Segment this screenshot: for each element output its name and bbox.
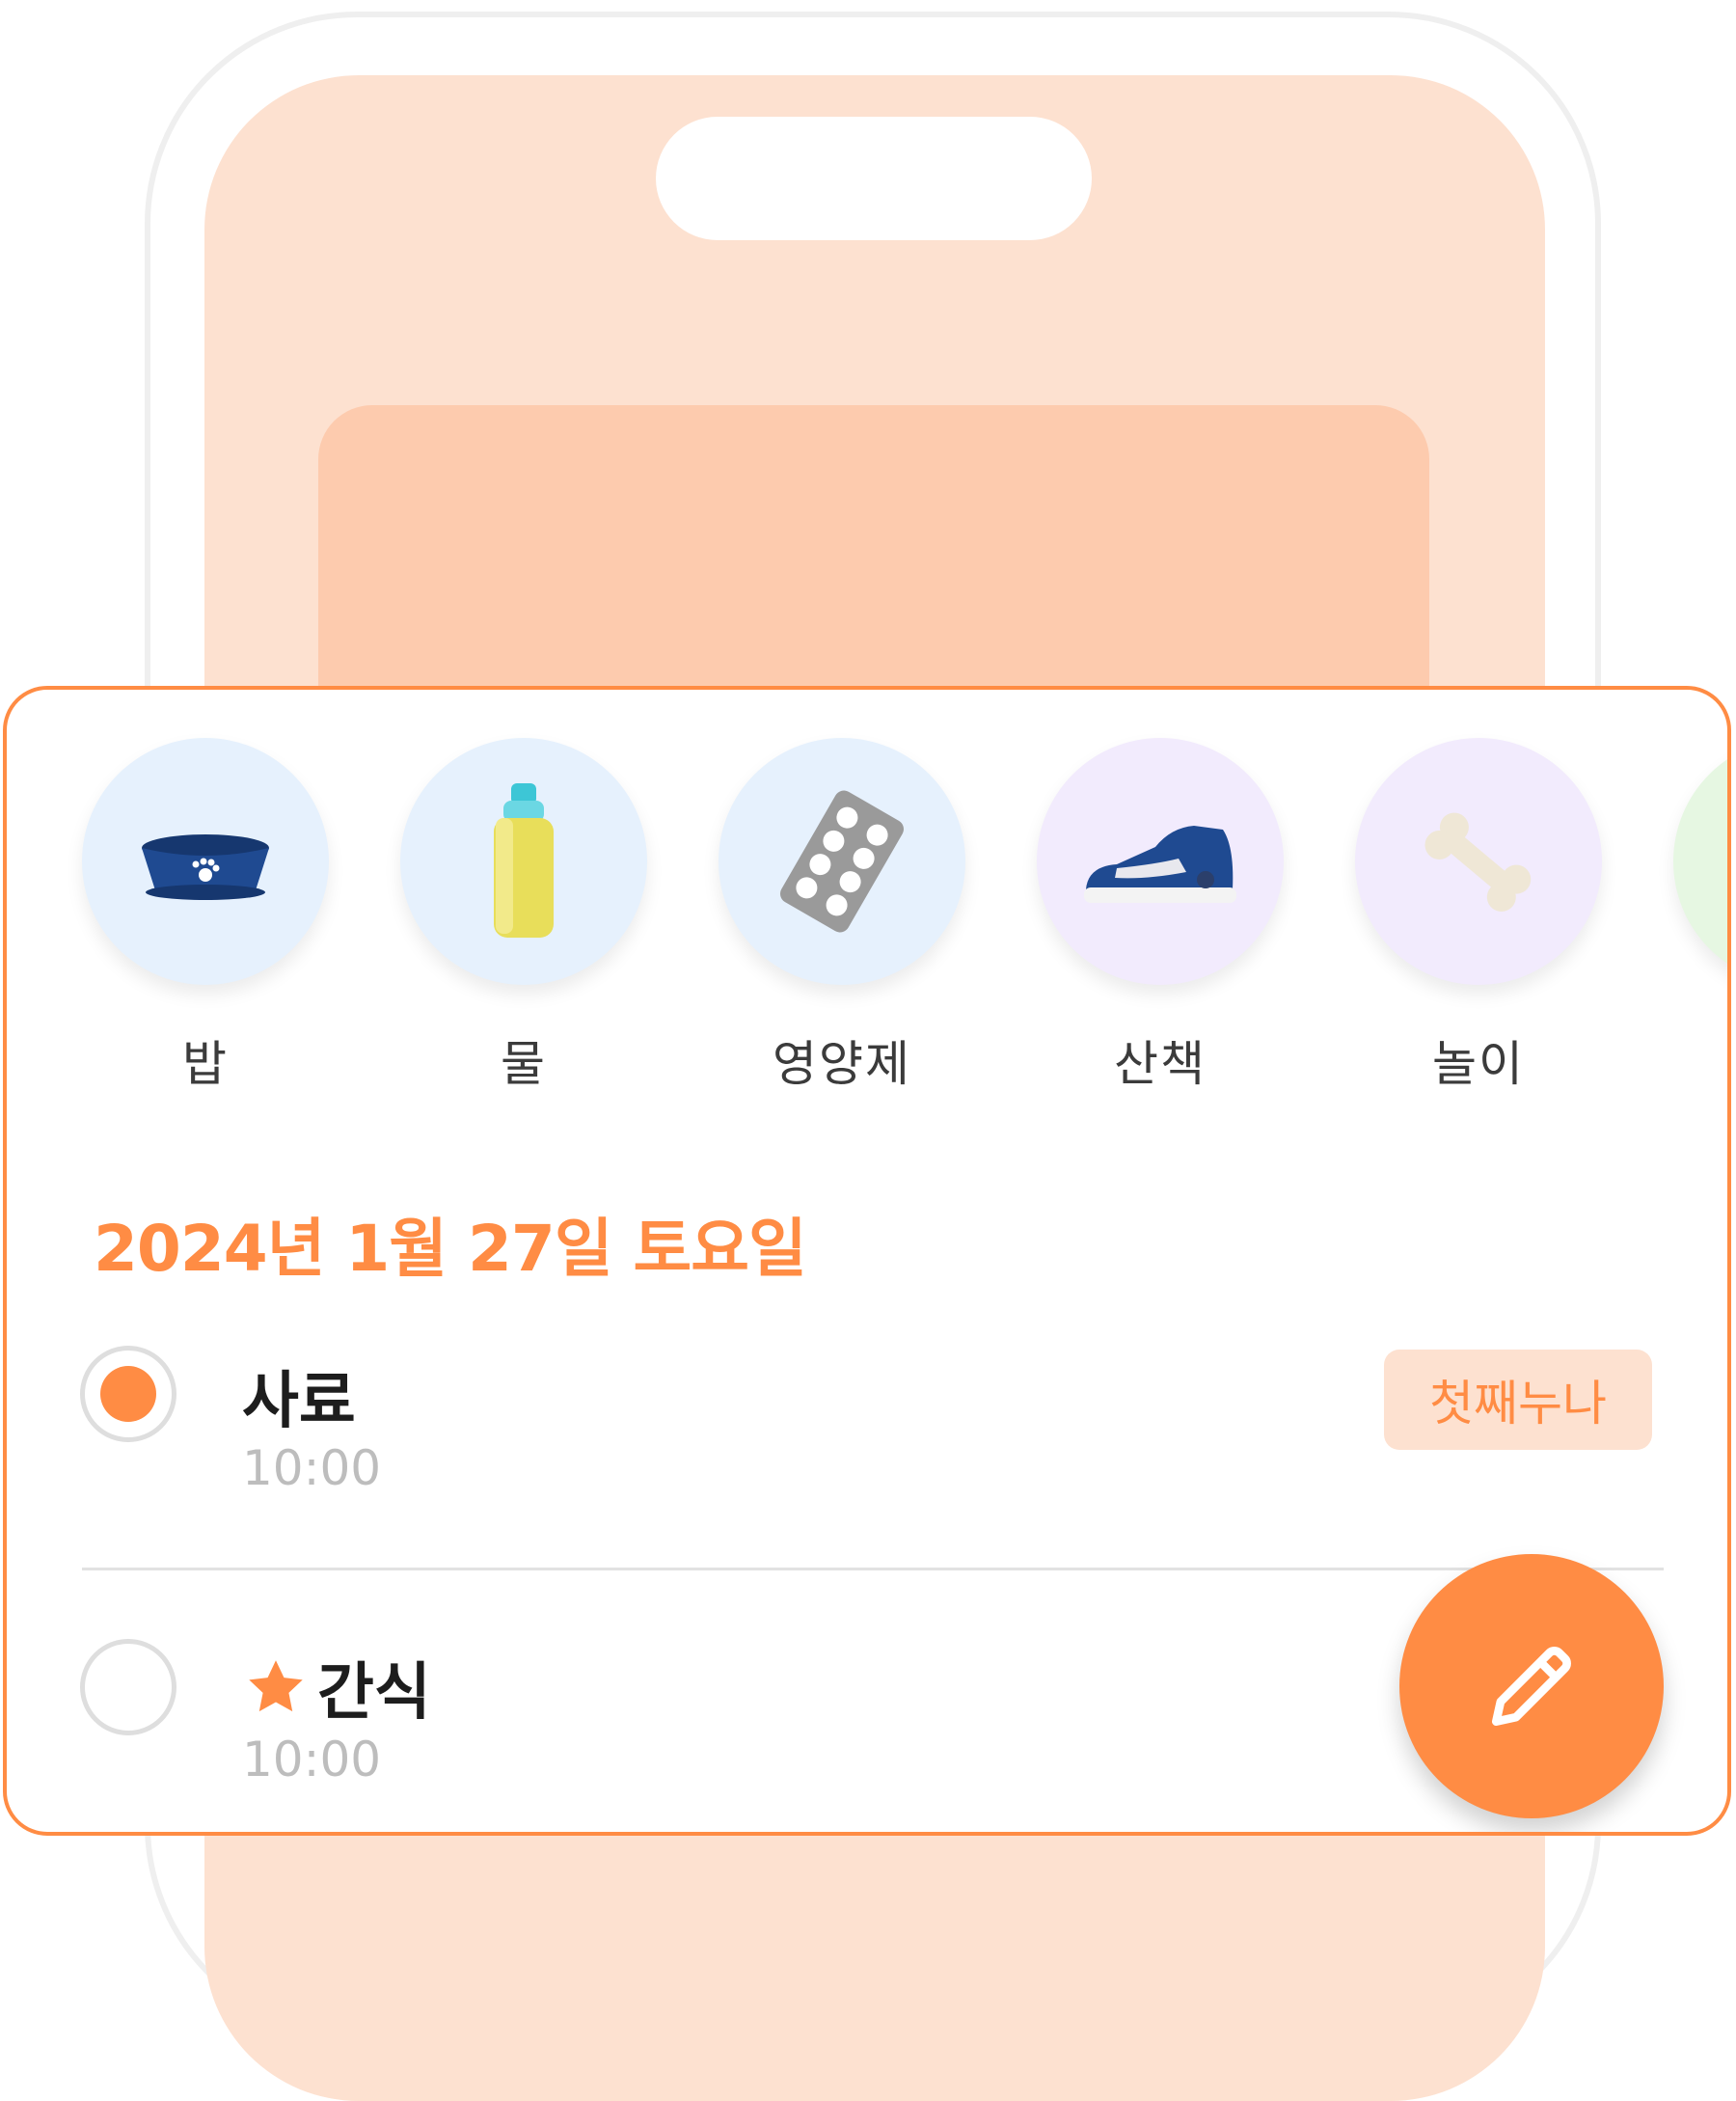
category-label: 영양제 xyxy=(773,1036,911,1092)
category-label: 놀이 xyxy=(1432,1036,1525,1092)
category-water-circle xyxy=(400,738,647,985)
phone-notch xyxy=(656,117,1092,240)
task-title: 간식 xyxy=(317,1657,431,1729)
category-walk-circle xyxy=(1037,738,1284,985)
task-checkbox[interactable] xyxy=(80,1639,176,1735)
category-walk[interactable]: 산책 xyxy=(1035,738,1286,1095)
bone-icon xyxy=(1424,812,1532,912)
star-icon xyxy=(249,1660,303,1712)
routine-card: 밥 물 영양제 산책 놀이 2024년 1월 27일 토요일 사료 10:00 … xyxy=(3,686,1731,1836)
task-checkbox-checked[interactable] xyxy=(80,1346,176,1442)
category-supplement-circle xyxy=(719,738,965,985)
category-meal[interactable]: 밥 xyxy=(80,738,331,1095)
category-label: 물 xyxy=(501,1036,547,1092)
category-row: 밥 물 영양제 산책 놀이 xyxy=(7,690,1727,1105)
category-more[interactable] xyxy=(1671,738,1727,1095)
pill-pack-icon xyxy=(780,790,904,933)
bowl-icon xyxy=(142,834,269,900)
edit-fab-button[interactable] xyxy=(1399,1554,1664,1818)
category-meal-circle xyxy=(82,738,329,985)
checked-dot xyxy=(100,1366,156,1422)
category-supplement[interactable]: 영양제 xyxy=(717,738,967,1095)
category-label: 밥 xyxy=(182,1036,229,1092)
category-label: 산책 xyxy=(1114,1036,1207,1092)
pencil-icon xyxy=(1491,1647,1571,1727)
category-play-circle xyxy=(1355,738,1602,985)
divider xyxy=(82,1568,1664,1570)
category-play[interactable]: 놀이 xyxy=(1353,738,1604,1095)
water-bottle-icon xyxy=(494,783,554,938)
task-title: 사료 xyxy=(242,1366,356,1437)
task-time: 10:00 xyxy=(242,1732,382,1787)
task-title-wrap: 간식 xyxy=(242,1643,431,1732)
category-water[interactable]: 물 xyxy=(398,738,649,1095)
task-time: 10:00 xyxy=(242,1440,382,1496)
category-more-circle xyxy=(1673,738,1727,985)
date-heading: 2024년 1월 27일 토요일 xyxy=(94,1212,807,1286)
assignee-badge: 첫째누나 xyxy=(1384,1350,1652,1450)
sneaker-icon xyxy=(1084,826,1236,903)
